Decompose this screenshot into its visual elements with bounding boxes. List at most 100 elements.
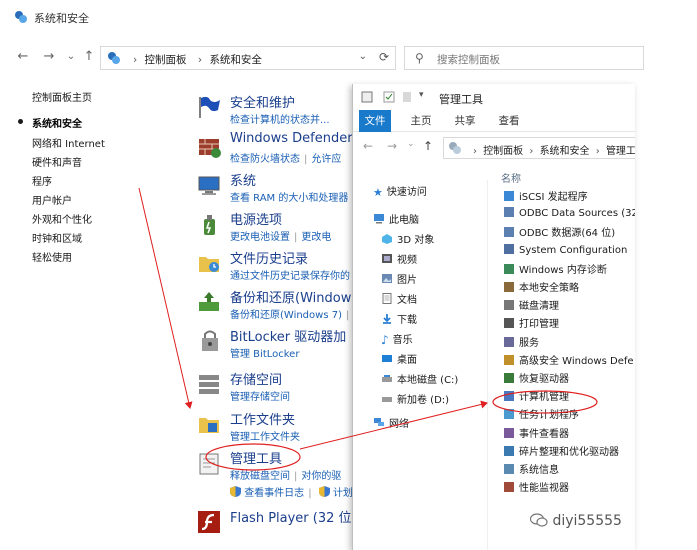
tree-item-local-disk-c[interactable]: 本地磁盘 (C:) — [381, 371, 458, 386]
sidebar-item-appearance[interactable]: 外观和个性化 — [32, 211, 92, 226]
category-title[interactable]: 备份和还原(Window — [230, 287, 351, 306]
category-link[interactable]: 通过文件历史记录保存你的 — [230, 267, 350, 282]
list-item[interactable]: System Configuration — [503, 243, 627, 256]
list-item[interactable]: 磁盘清理 — [503, 297, 559, 312]
forward-arrow-icon[interactable]: → — [387, 139, 397, 153]
forward-arrow-icon[interactable]: → — [40, 48, 58, 66]
recent-chevron-icon[interactable]: ⌄ — [62, 48, 80, 66]
refresh-icon[interactable]: ⟳ — [379, 50, 389, 64]
tree-item-pictures[interactable]: 图片 — [381, 271, 417, 286]
category-link[interactable]: 检查防火墙状态 — [230, 154, 300, 165]
category-link[interactable]: 对你的驱 — [301, 471, 341, 482]
list-item[interactable]: 任务计划程序 — [503, 406, 579, 421]
list-item[interactable]: Windows 内存诊断 — [503, 261, 607, 276]
up-arrow-icon[interactable]: ↑ — [423, 139, 433, 153]
tree-item-this-pc[interactable]: 此电脑 — [373, 211, 419, 226]
quick-access-dropdown-icon[interactable]: ▾ — [419, 90, 424, 100]
list-item[interactable]: 本地安全策略 — [503, 279, 579, 294]
sidebar-item-clock[interactable]: 时钟和区域 — [32, 230, 82, 245]
category-link[interactable]: 管理工作文件夹 — [230, 428, 300, 443]
properties-icon[interactable] — [383, 91, 395, 103]
tab-view[interactable]: 查看 — [493, 110, 525, 132]
category-link[interactable]: 更改电池设置 — [230, 232, 290, 243]
bitlocker-icon — [202, 330, 218, 351]
category-link[interactable]: 备份和还原(Windows 7) — [230, 310, 342, 321]
sidebar-item-network[interactable]: 网络和 Internet — [32, 135, 105, 150]
recent-chevron-icon[interactable]: ⌄ — [407, 139, 415, 149]
sidebar-item-hardware[interactable]: 硬件和声音 — [32, 154, 82, 169]
category-link[interactable]: 检查计算机的状态并... — [230, 111, 330, 126]
category-title[interactable]: 存储空间 — [230, 369, 282, 388]
category-title[interactable]: Windows Defender — [230, 131, 353, 146]
breadcrumb-item[interactable]: 控制面板 — [145, 54, 187, 66]
tree-item-new-volume-d[interactable]: 新加卷 (D:) — [381, 391, 449, 406]
list-item[interactable]: 打印管理 — [503, 315, 559, 330]
list-item[interactable]: 碎片整理和优化驱动器 — [503, 443, 619, 458]
category-link[interactable]: 更改电 — [301, 232, 331, 243]
tree-label: 新加卷 (D:) — [397, 395, 450, 406]
tab-home[interactable]: 主页 — [405, 110, 437, 132]
category-title[interactable]: Flash Player (32 位) — [230, 507, 357, 526]
tree-item-3d-objects[interactable]: 3D 对象 — [381, 231, 434, 246]
pane-divider[interactable] — [487, 180, 488, 550]
breadcrumb-item[interactable]: 管理工 — [606, 146, 635, 157]
list-item[interactable]: 计算机管理 — [503, 388, 569, 403]
category-link[interactable]: 查看 RAM 的大小和处理器 — [230, 189, 348, 204]
sidebar-item-accounts[interactable]: 用户帐户 — [32, 192, 72, 207]
list-item[interactable]: 性能监视器 — [503, 479, 569, 494]
category-title[interactable]: BitLocker 驱动器加 — [230, 326, 346, 345]
category-title[interactable]: 工作文件夹 — [230, 409, 295, 428]
tree-label: 文档 — [397, 295, 417, 306]
list-item[interactable]: 高级安全 Windows Defe — [503, 352, 634, 367]
list-item[interactable]: iSCSI 发起程序 — [503, 188, 588, 203]
sidebar-item-system-security[interactable]: 系统和安全 — [32, 115, 82, 130]
back-arrow-icon[interactable]: ← — [363, 139, 373, 153]
tree-item-quick-access[interactable]: ★ 快速访问 — [373, 183, 427, 199]
up-arrow-icon[interactable]: ↑ — [80, 48, 98, 66]
breadcrumb-item[interactable]: 系统和安全 — [540, 146, 590, 157]
tree-item-videos[interactable]: 视频 — [381, 251, 417, 266]
network-icon — [374, 418, 384, 426]
download-icon — [383, 314, 391, 324]
tree-item-desktop[interactable]: 桌面 — [381, 351, 417, 366]
category-link[interactable]: 管理存储空间 — [230, 388, 290, 403]
breadcrumb-item[interactable]: 系统和安全 — [209, 54, 262, 66]
list-item[interactable]: 事件查看器 — [503, 425, 569, 440]
breadcrumb-item[interactable]: 控制面板 — [483, 146, 523, 157]
sidebar-item-programs[interactable]: 程序 — [32, 173, 52, 188]
tree-item-downloads[interactable]: 下载 — [381, 311, 417, 326]
tree-label: 下载 — [397, 315, 417, 326]
chevron-right-icon: › — [473, 146, 477, 157]
list-item[interactable]: 恢复驱动器 — [503, 370, 569, 385]
sidebar-item-home[interactable]: 控制面板主页 — [32, 89, 92, 104]
category-title[interactable]: 系统 — [230, 170, 256, 189]
tab-file[interactable]: 文件 — [359, 110, 391, 132]
category-title[interactable]: 文件历史记录 — [230, 248, 308, 267]
explorer-address-bar[interactable]: › 控制面板 › 系统和安全 › 管理工 — [443, 137, 635, 159]
list-item[interactable]: 服务 — [503, 334, 539, 349]
tree-item-music[interactable]: ♪ 音乐 — [381, 331, 413, 347]
search-box[interactable]: ⚲ 搜索控制面板 — [404, 46, 644, 70]
category-link[interactable]: 释放磁盘空间 — [230, 471, 290, 482]
category-title[interactable]: 管理工具 — [230, 448, 282, 467]
tab-share[interactable]: 共享 — [449, 110, 481, 132]
category-title[interactable]: 安全和维护 — [230, 92, 295, 111]
file-history-icon — [199, 257, 219, 272]
list-item[interactable]: ODBC 数据源(64 位) — [503, 224, 615, 239]
category-link[interactable]: 允许应 — [311, 154, 341, 165]
address-bar[interactable]: › 控制面板 › 系统和安全 ⌄ ⟳ — [100, 46, 396, 70]
back-arrow-icon[interactable]: ← — [14, 48, 32, 66]
category-link[interactable]: 查看事件日志 — [244, 488, 304, 499]
sidebar-item-ease-of-access[interactable]: 轻松使用 — [32, 249, 72, 264]
list-item[interactable]: 系统信息 — [503, 461, 559, 476]
tool-icon — [504, 409, 514, 420]
category-link[interactable]: 计划 — [333, 488, 353, 499]
tree-item-documents[interactable]: 文档 — [381, 291, 417, 306]
column-header-name[interactable]: 名称 — [501, 170, 521, 185]
category-title[interactable]: 电源选项 — [230, 209, 282, 228]
category-link[interactable]: 管理 BitLocker — [230, 345, 299, 360]
list-item[interactable]: ODBC Data Sources (32- — [503, 206, 635, 219]
chevron-down-icon[interactable]: ⌄ — [359, 51, 367, 62]
new-folder-icon[interactable] — [401, 91, 413, 103]
tree-item-network[interactable]: 网络 — [373, 415, 409, 430]
